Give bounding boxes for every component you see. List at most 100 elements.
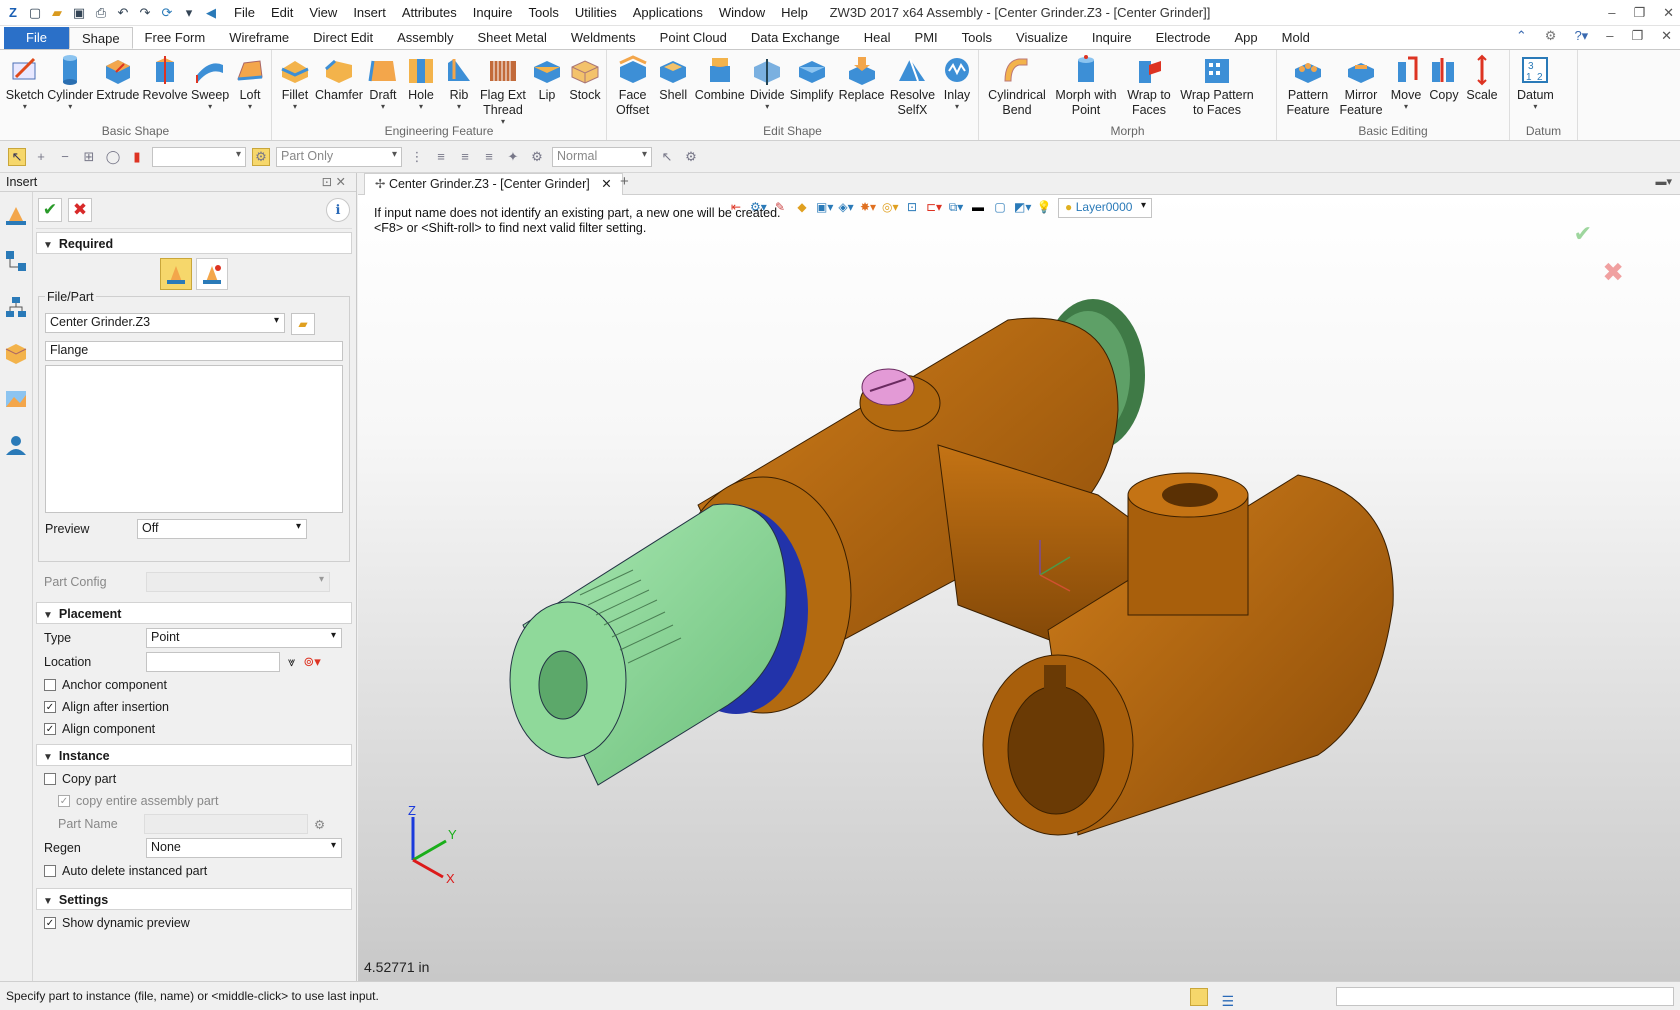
- menu-help[interactable]: Help: [773, 0, 816, 26]
- ok-button[interactable]: ✔: [38, 198, 62, 222]
- menu-view[interactable]: View: [301, 0, 345, 26]
- panel-close-icon[interactable]: ✕: [1661, 28, 1672, 44]
- insert-component-icon[interactable]: [3, 202, 29, 228]
- gear-icon[interactable]: ⚙: [1545, 28, 1557, 44]
- tab-direct-edit[interactable]: Direct Edit: [301, 27, 385, 49]
- part-list[interactable]: [45, 365, 343, 513]
- tab-wireframe[interactable]: Wireframe: [217, 27, 301, 49]
- extrude-button[interactable]: Extrude: [95, 52, 141, 103]
- tab-point-cloud[interactable]: Point Cloud: [648, 27, 739, 49]
- menu-applications[interactable]: Applications: [625, 0, 711, 26]
- pick-icon[interactable]: ↖: [8, 147, 26, 166]
- center-grinder-model[interactable]: [358, 195, 1680, 981]
- menu-window[interactable]: Window: [711, 0, 773, 26]
- status-mode-icon[interactable]: [1190, 988, 1208, 1006]
- menu-inquire[interactable]: Inquire: [465, 0, 521, 26]
- gear-filter-icon[interactable]: ⚙: [528, 148, 546, 166]
- filter-tool-1-icon[interactable]: ⋮: [408, 148, 426, 166]
- new-icon[interactable]: ▢: [26, 4, 44, 22]
- move-button[interactable]: Move ▾: [1387, 52, 1425, 111]
- align-component-checkbox[interactable]: ✓: [44, 723, 56, 735]
- wrap-pattern-to-faces-button[interactable]: Wrap Pattern to Faces: [1177, 52, 1257, 118]
- datum-button[interactable]: 3 1 2 Datum ▾: [1514, 52, 1557, 111]
- cursor-tool-icon[interactable]: ↖: [658, 148, 676, 166]
- rib-button[interactable]: Rib ▾: [440, 52, 478, 111]
- tab-heal[interactable]: Heal: [852, 27, 903, 49]
- morph-with-point-button[interactable]: Morph with Point: [1051, 52, 1121, 118]
- menu-tools[interactable]: Tools: [521, 0, 567, 26]
- filter-tool-2-icon[interactable]: ≡: [432, 148, 450, 166]
- section-required[interactable]: Required: [36, 232, 352, 254]
- tab-shape[interactable]: Shape: [68, 27, 133, 49]
- add-icon[interactable]: +: [32, 148, 50, 166]
- combine-button[interactable]: Combine: [692, 52, 747, 103]
- menu-edit[interactable]: Edit: [263, 0, 301, 26]
- menu-insert[interactable]: Insert: [345, 0, 394, 26]
- filter-grid-icon[interactable]: ⊞: [80, 148, 98, 166]
- new-tab-icon[interactable]: +: [620, 173, 629, 190]
- inlay-button[interactable]: Inlay ▾: [938, 52, 976, 111]
- draft-button[interactable]: Draft ▾: [364, 52, 402, 111]
- undo-icon[interactable]: ↶: [114, 4, 132, 22]
- mode-dropdown[interactable]: Normal: [552, 146, 652, 167]
- help-icon[interactable]: ?▾: [1574, 28, 1588, 44]
- tab-list-icon[interactable]: ▬▾: [1655, 175, 1672, 188]
- tab-weldments[interactable]: Weldments: [559, 27, 648, 49]
- collapse-ribbon-icon[interactable]: ⌃: [1516, 28, 1527, 44]
- tab-mold[interactable]: Mold: [1270, 27, 1322, 49]
- menu-attributes[interactable]: Attributes: [394, 0, 465, 26]
- tab-electrode[interactable]: Electrode: [1144, 27, 1223, 49]
- insert-multi-mode-button[interactable]: [196, 258, 228, 290]
- restore-icon[interactable]: ❐: [1633, 0, 1645, 26]
- status-list-icon[interactable]: ☰: [1221, 987, 1234, 1010]
- section-placement[interactable]: Placement: [36, 602, 352, 624]
- regen-dropdown[interactable]: None: [146, 838, 342, 858]
- pattern-feature-button[interactable]: Pattern Feature: [1281, 52, 1335, 118]
- print-icon[interactable]: ⎙: [92, 4, 110, 22]
- lip-button[interactable]: Lip: [528, 52, 566, 103]
- info-button[interactable]: ℹ: [326, 198, 350, 222]
- location-pick-icon[interactable]: ⊚▾: [303, 654, 320, 670]
- shell-button[interactable]: Shell: [654, 52, 692, 103]
- anchor-component-checkbox[interactable]: [44, 679, 56, 691]
- close-icon[interactable]: ✕: [1663, 0, 1674, 26]
- tab-visualize[interactable]: Visualize: [1004, 27, 1080, 49]
- panel-close-icon[interactable]: ⊡ ✕: [322, 173, 346, 192]
- pin-icon[interactable]: ✢: [375, 177, 389, 191]
- type-dropdown[interactable]: Point: [146, 628, 342, 648]
- menu-utilities[interactable]: Utilities: [567, 0, 625, 26]
- tab-file[interactable]: File: [4, 27, 69, 49]
- pick-filter-dropdown[interactable]: [152, 146, 246, 167]
- redo-icon[interactable]: ↷: [136, 4, 154, 22]
- mirror-feature-button[interactable]: Mirror Feature: [1335, 52, 1387, 118]
- tab-free-form[interactable]: Free Form: [133, 27, 218, 49]
- tab-inquire[interactable]: Inquire: [1080, 27, 1144, 49]
- filter-tool-4-icon[interactable]: ≡: [480, 148, 498, 166]
- open-icon[interactable]: ▰: [48, 4, 66, 22]
- menu-file[interactable]: File: [226, 0, 263, 26]
- stock-button[interactable]: Stock: [566, 52, 604, 103]
- scale-button[interactable]: Scale: [1463, 52, 1501, 103]
- dropdown-chevron-icon[interactable]: ▾: [180, 4, 198, 22]
- sketch-button[interactable]: Sketch ▾: [4, 52, 46, 111]
- panel-restore-icon[interactable]: ❐: [1631, 28, 1643, 44]
- remove-icon[interactable]: −: [56, 148, 74, 166]
- filter-tool-3-icon[interactable]: ≡: [456, 148, 474, 166]
- insert-part-mode-button[interactable]: [160, 258, 192, 290]
- part-only-dropdown[interactable]: Part Only: [276, 146, 402, 167]
- tab-app[interactable]: App: [1223, 27, 1270, 49]
- sweep-button[interactable]: Sweep ▾: [189, 52, 231, 111]
- user-icon[interactable]: [3, 432, 29, 458]
- file-dropdown[interactable]: Center Grinder.Z3: [45, 313, 285, 333]
- fillet-button[interactable]: Fillet ▾: [276, 52, 314, 111]
- cylindrical-bend-button[interactable]: Cylindrical Bend: [983, 52, 1051, 118]
- tab-sheet-metal[interactable]: Sheet Metal: [466, 27, 559, 49]
- part-library-icon[interactable]: [3, 340, 29, 366]
- hierarchy-icon[interactable]: [3, 294, 29, 320]
- 3d-viewport[interactable]: ⇤ ⚙▾ ✎ ◆ ▣▾ ◈▾ ✸▾ ◎▾ ⊡ ⊏▾ ⧉▾ ▬ ▢ ◩▾ 💡 ● …: [358, 195, 1680, 981]
- tab-assembly[interactable]: Assembly: [385, 27, 465, 49]
- chamfer-button[interactable]: Chamfer: [314, 52, 364, 103]
- circle-select-icon[interactable]: ◯: [104, 148, 122, 166]
- replace-button[interactable]: Replace: [836, 52, 887, 103]
- align-after-insertion-checkbox[interactable]: ✓: [44, 701, 56, 713]
